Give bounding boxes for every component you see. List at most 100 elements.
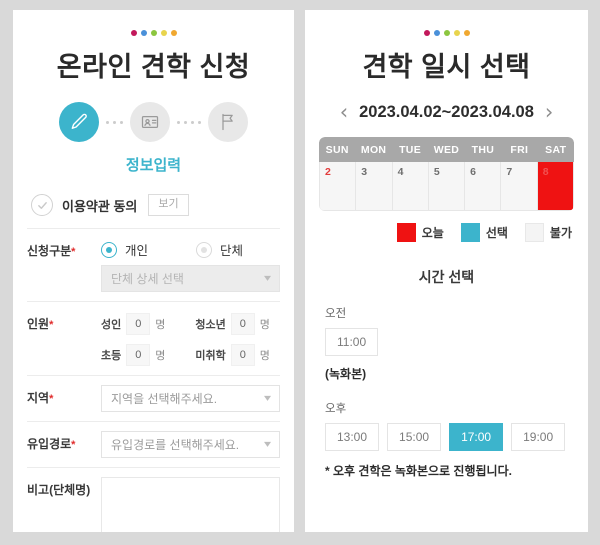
required-mark-referral: *	[71, 439, 76, 452]
time-slot-1700[interactable]: 17:00	[449, 423, 504, 452]
prev-week-button[interactable]: ‹	[340, 102, 348, 123]
date-range-label: 2023.04.02~2023.04.08	[359, 103, 534, 122]
date-time-selection-panel: 견학 일시 선택 ‹ 2023.04.02~2023.04.08 › SUN M…	[305, 10, 588, 532]
step-current-label: 정보입력	[125, 157, 182, 175]
radio-option-individual[interactable]: 개인	[101, 240, 148, 259]
legend-today-label: 오늘	[421, 226, 444, 241]
referral-select-value: 유입경로를 선택해주세요.	[111, 438, 240, 453]
group-detail-select-value: 단체 상세 선택	[111, 272, 184, 287]
headcount-adult-input[interactable]: 0	[126, 313, 151, 336]
headcount-elementary-unit: 명	[155, 350, 166, 363]
calendar-day-row: 2 3 4 5 6 7 8	[319, 162, 574, 212]
field-row-referral: 유입경로* 유입경로를 선택해주세요. ▾	[27, 421, 280, 467]
control-note	[101, 477, 280, 532]
weekday-sun: SUN	[325, 144, 349, 157]
group-detail-select[interactable]: 단체 상세 선택 ▾	[101, 265, 280, 293]
label-headcount: 인원*	[27, 317, 54, 332]
time-slot-1100[interactable]: 11:00	[325, 328, 379, 357]
afternoon-slots: 13:00 15:00 17:00 19:00	[325, 423, 568, 452]
required-mark-headcount: *	[49, 319, 54, 332]
dot-blue	[140, 30, 147, 36]
dot-green	[443, 30, 450, 36]
afternoon-label: 오후	[325, 403, 347, 416]
page-title-right: 견학 일시 선택	[362, 52, 531, 82]
legend-selected-label: 선택	[485, 226, 508, 241]
dot-yellow	[453, 30, 460, 36]
calendar-day-5[interactable]: 5	[429, 162, 466, 211]
time-slot-1500[interactable]: 15:00	[387, 423, 442, 452]
headcount-preschool-input[interactable]: 0	[230, 344, 255, 367]
dot-magenta	[423, 30, 430, 36]
headcount-adult-unit: 명	[155, 319, 166, 332]
headcount-preschool: 미취학 0 명	[195, 344, 270, 367]
control-headcount: 성인 0 명 청소년 0 명 초등 0 명 미취학 0 명	[101, 311, 280, 367]
label-referral: 유입경로*	[27, 437, 76, 452]
calendar-weekday-header: SUN MON TUE WED THU FRI SAT	[319, 137, 574, 163]
calendar-legend: 오늘 선택 불가	[305, 223, 574, 243]
selected-swatch	[460, 223, 480, 243]
group-detail-select-wrap: 단체 상세 선택 ▾	[101, 265, 280, 293]
headcount-teen-input[interactable]: 0	[230, 313, 255, 336]
pencil-icon	[71, 113, 87, 130]
weekday-thu: THU	[471, 144, 495, 157]
application-form: 신청구분* 개인 단체 단체 상세 선택 ▾ 인원* 성인 0 명 청소년 0 …	[13, 228, 294, 532]
morning-slots: 11:00	[325, 328, 568, 357]
chevron-down-icon: ▾	[263, 439, 272, 451]
week-calendar: SUN MON TUE WED THU FRI SAT 2 3 4 5 6 7 …	[319, 137, 574, 212]
headcount-teen-label: 청소년	[195, 319, 226, 332]
step-indicator	[13, 102, 294, 143]
terms-view-button[interactable]: 보기	[148, 194, 189, 216]
calendar-day-2[interactable]: 2	[320, 162, 357, 211]
note-textarea[interactable]	[101, 477, 280, 532]
label-region: 지역*	[27, 391, 54, 406]
calendar-day-4[interactable]: 4	[393, 162, 429, 211]
weekday-fri: FRI	[510, 144, 529, 157]
step-1-info-input[interactable]	[59, 102, 99, 143]
step-2-confirm[interactable]	[130, 102, 170, 143]
chevron-down-icon: ▾	[263, 273, 272, 285]
step-3-complete[interactable]	[208, 102, 248, 143]
page-title-left: 온라인 견학 신청	[56, 52, 251, 82]
time-slot-1900[interactable]: 19:00	[511, 423, 566, 452]
terms-label: 이용약관 동의	[62, 198, 138, 214]
date-range-nav: ‹ 2023.04.02~2023.04.08 ›	[305, 102, 588, 123]
headcount-elementary-label: 초등	[101, 350, 122, 363]
check-icon[interactable]	[31, 194, 53, 217]
legend-unavailable-label: 불가	[549, 226, 572, 241]
terms-agreement-row[interactable]: 이용약관 동의 보기	[13, 192, 294, 218]
headcount-preschool-unit: 명	[259, 350, 270, 363]
morning-label: 오전	[325, 308, 347, 321]
weekday-sat: SAT	[545, 144, 567, 157]
headcount-adult-label: 성인	[101, 319, 122, 332]
headcount-elementary: 초등 0 명	[101, 344, 166, 367]
calendar-day-7[interactable]: 7	[501, 162, 538, 211]
weekday-tue: TUE	[399, 144, 421, 157]
headcount-preschool-label: 미취학	[195, 350, 226, 363]
field-row-region: 지역* 지역을 선택해주세요. ▾	[27, 375, 280, 421]
radio-option-group[interactable]: 단체	[196, 240, 243, 259]
time-sections: 오전 11:00 (녹화본) 오후 13:00 15:00 17:00 19:0…	[305, 305, 588, 479]
legend-today: 오늘	[396, 223, 444, 243]
control-region: 지역을 선택해주세요. ▾	[101, 385, 280, 413]
radio-individual-label: 개인	[125, 244, 149, 259]
headcount-elementary-input[interactable]: 0	[126, 344, 151, 367]
time-selection-title: 시간 선택	[418, 269, 475, 286]
chevron-down-icon: ▾	[263, 393, 272, 405]
legend-unavailable: 불가	[524, 223, 572, 243]
next-week-button[interactable]: ›	[545, 102, 553, 123]
region-select[interactable]: 지역을 선택해주세요. ▾	[101, 385, 280, 413]
time-slot-1300[interactable]: 13:00	[325, 423, 380, 452]
legend-selected: 선택	[460, 223, 508, 243]
calendar-day-6[interactable]: 6	[465, 162, 502, 211]
dot-orange	[463, 30, 470, 36]
radio-individual-icon[interactable]	[101, 241, 117, 258]
application-form-panel: 온라인 견학 신청 정보입력 이용약관 동의 보기 신청구분* 개인 단체 단체…	[13, 10, 294, 532]
radio-group-icon[interactable]	[196, 241, 213, 258]
calendar-day-8-today[interactable]: 8	[537, 162, 573, 211]
today-swatch	[396, 223, 416, 243]
app-screen: 온라인 견학 신청 정보입력 이용약관 동의 보기 신청구분* 개인 단체 단체…	[0, 0, 600, 545]
calendar-day-3[interactable]: 3	[356, 162, 393, 211]
weekday-mon: MON	[360, 144, 387, 157]
referral-select[interactable]: 유입경로를 선택해주세요. ▾	[101, 431, 280, 459]
field-row-headcount: 인원* 성인 0 명 청소년 0 명 초등 0 명 미취학 0 명	[27, 301, 280, 375]
